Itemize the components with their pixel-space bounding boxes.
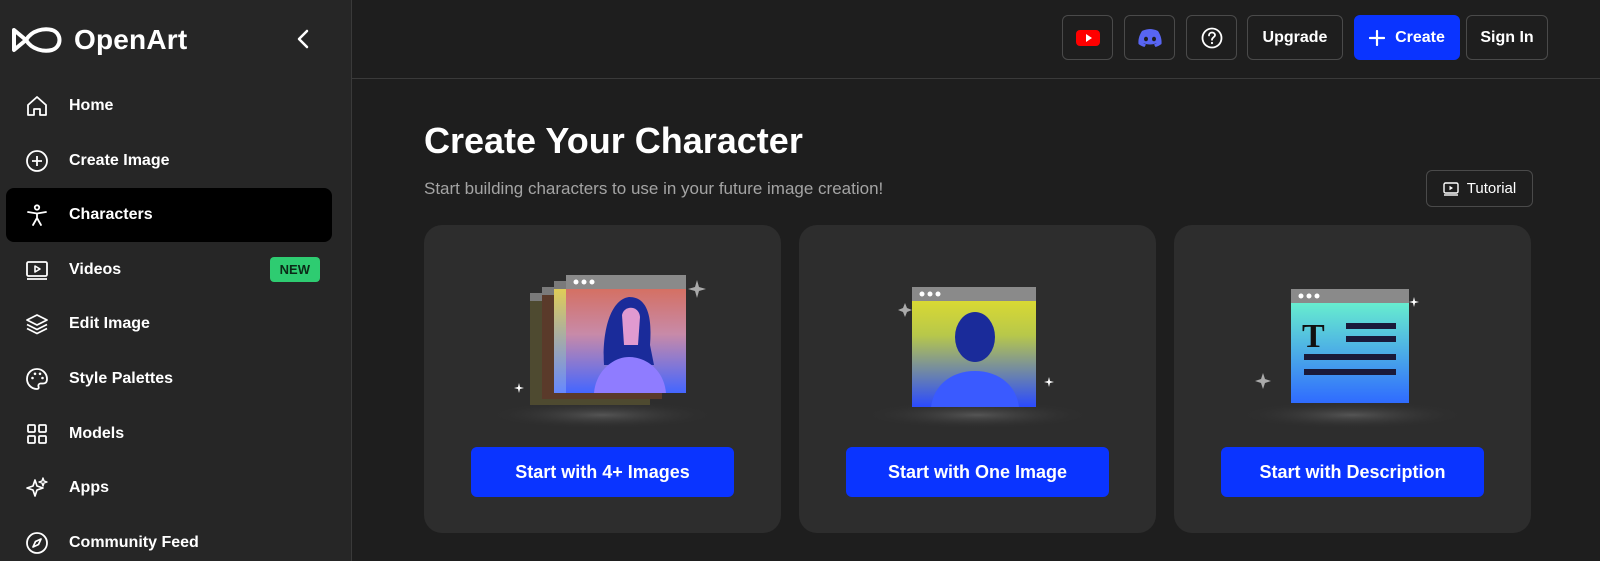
description-illustration: T <box>1237 289 1467 429</box>
top-bar: Upgrade Create Sign In <box>352 0 1600 79</box>
sidebar-item-apps[interactable]: Apps <box>6 461 332 515</box>
sidebar-item-home[interactable]: Home <box>6 79 332 133</box>
sidebar-item-label: Style Palettes <box>69 369 174 387</box>
sign-in-button[interactable]: Sign In <box>1466 15 1548 60</box>
layers-icon <box>24 311 50 337</box>
sidebar-item-label: Community Feed <box>69 533 199 551</box>
play-video-icon <box>1443 181 1459 196</box>
sidebar-item-label: Home <box>69 97 114 114</box>
sidebar-item-community-feed[interactable]: Community Feed <box>6 516 332 561</box>
help-button[interactable] <box>1186 15 1237 60</box>
sidebar-item-label: Apps <box>69 479 109 497</box>
sidebar-item-models[interactable]: Models <box>6 407 332 461</box>
upgrade-button[interactable]: Upgrade <box>1247 15 1343 60</box>
create-button-label: Create <box>1395 28 1445 46</box>
plus-circle-icon <box>24 148 50 174</box>
sidebar-item-label: Videos <box>69 260 122 278</box>
grid-icon <box>24 421 50 447</box>
tutorial-label: Tutorial <box>1466 180 1517 197</box>
collapse-sidebar-button[interactable] <box>288 24 318 54</box>
multi-image-illustration <box>487 275 717 429</box>
palette-icon <box>24 366 50 392</box>
sidebar-item-create-image[interactable]: Create Image <box>6 134 332 188</box>
sidebar-item-style-palettes[interactable]: Style Palettes <box>6 352 332 406</box>
sidebar: OpenArt Home Create Image Characters Vid… <box>0 0 352 561</box>
sidebar-item-videos[interactable]: Videos NEW <box>6 243 332 297</box>
one-image-illustration <box>862 287 1092 429</box>
start-with-description-button[interactable]: Start with Description <box>1221 447 1484 497</box>
card-one-image: Start with One Image <box>799 225 1156 533</box>
start-with-4-images-button[interactable]: Start with 4+ Images <box>471 447 734 497</box>
new-badge: NEW <box>269 256 320 282</box>
sidebar-item-label: Models <box>69 424 125 442</box>
discord-icon <box>1137 28 1162 47</box>
video-icon <box>24 257 50 283</box>
card-multi-image: Start with 4+ Images <box>424 225 781 533</box>
chevron-left-icon <box>297 29 309 49</box>
brand-name: OpenArt <box>74 24 188 55</box>
tutorial-button[interactable]: Tutorial <box>1426 170 1533 207</box>
svg-text:T: T <box>1302 318 1325 355</box>
sidebar-item-label: Characters <box>69 206 153 224</box>
compass-icon <box>24 530 50 556</box>
sparkles-icon <box>24 475 50 501</box>
discord-button[interactable] <box>1124 15 1175 60</box>
page-subtitle: Start building characters to use in your… <box>424 179 884 198</box>
plus-icon <box>1369 29 1386 46</box>
sidebar-item-label: Create Image <box>69 151 170 169</box>
sidebar-item-characters[interactable]: Characters <box>6 188 332 243</box>
youtube-button[interactable] <box>1062 15 1113 60</box>
sidebar-item-edit-image[interactable]: Edit Image <box>6 297 332 351</box>
home-icon <box>24 93 50 119</box>
youtube-icon <box>1075 29 1100 46</box>
page-title: Create Your Character <box>424 120 803 161</box>
brand-logo[interactable]: OpenArt <box>10 20 187 60</box>
card-description: T Start with Description <box>1174 225 1531 533</box>
openart-logo-icon <box>12 27 62 53</box>
create-button[interactable]: Create <box>1354 15 1460 60</box>
help-icon <box>1201 27 1222 48</box>
sidebar-nav: Home Create Image Characters Videos NEW <box>6 79 332 561</box>
start-with-one-image-button[interactable]: Start with One Image <box>846 447 1109 497</box>
sidebar-item-label: Edit Image <box>69 315 150 333</box>
person-icon <box>24 202 50 228</box>
